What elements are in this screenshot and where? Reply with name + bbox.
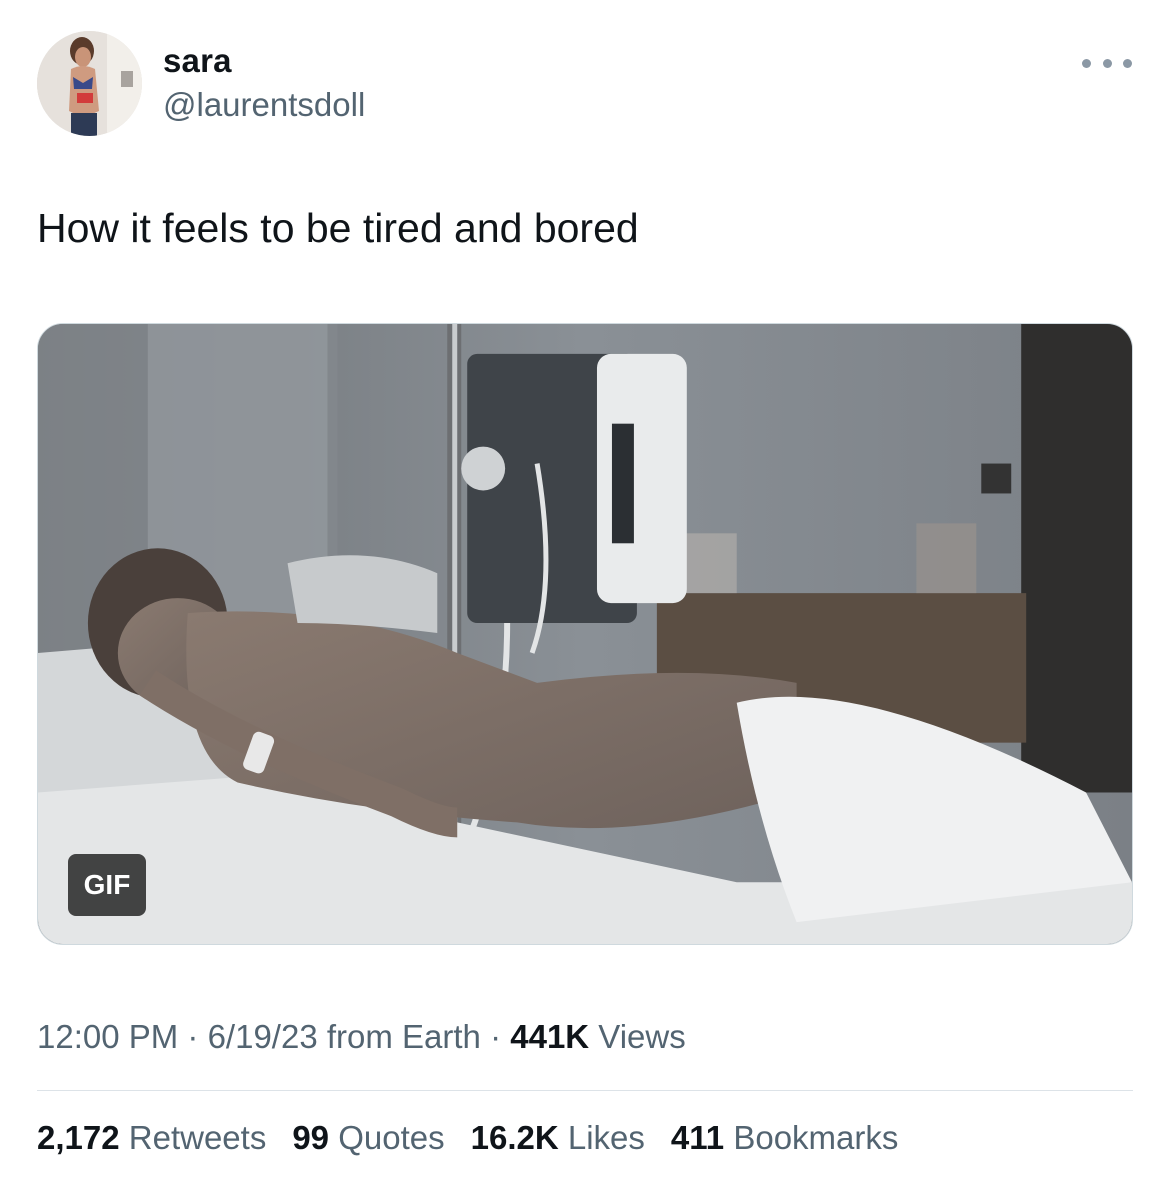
likes-stat[interactable]: 16.2K Likes	[471, 1119, 645, 1157]
meta-separator: ·	[480, 1018, 511, 1055]
more-icon[interactable]	[1082, 48, 1132, 78]
bookmarks-stat[interactable]: 411 Bookmarks	[671, 1119, 898, 1157]
views-count[interactable]: 441K	[510, 1018, 589, 1055]
engagement-stats: 2,172 Retweets 99 Quotes 16.2K Likes 411…	[37, 1119, 898, 1157]
tweet-time[interactable]: 12:00 PM	[37, 1018, 178, 1055]
gif-media[interactable]: GIF	[37, 323, 1133, 945]
more-dot	[1082, 58, 1091, 68]
display-name[interactable]: sara	[163, 42, 232, 80]
retweets-label: Retweets	[119, 1119, 267, 1156]
more-dot	[1102, 58, 1112, 68]
divider	[37, 1090, 1133, 1091]
retweets-count: 2,172	[37, 1119, 120, 1156]
quotes-stat[interactable]: 99 Quotes	[292, 1119, 444, 1157]
bookmarks-label: Bookmarks	[724, 1119, 899, 1156]
bookmarks-count: 411	[670, 1119, 725, 1156]
profile-photo	[37, 31, 142, 136]
tweet-text: How it feels to be tired and bored	[37, 205, 639, 251]
gif-frame-image	[38, 324, 1132, 944]
tweet-source: from Earth	[317, 1018, 481, 1055]
more-dot	[1123, 58, 1132, 68]
gif-badge: GIF	[68, 854, 146, 916]
likes-count: 16.2K	[470, 1119, 559, 1156]
avatar[interactable]	[37, 31, 142, 136]
views-label[interactable]: Views	[589, 1018, 685, 1055]
user-handle[interactable]: @laurentsdoll	[163, 86, 365, 124]
quotes-label: Quotes	[329, 1119, 445, 1156]
tweet-date[interactable]: 6/19/23	[208, 1018, 318, 1055]
tweet-meta: 12:00 PM · 6/19/23 from Earth · 441K Vie…	[37, 1018, 686, 1056]
likes-label: Likes	[558, 1119, 645, 1156]
quotes-count: 99	[292, 1119, 330, 1156]
meta-separator: ·	[178, 1018, 208, 1055]
retweets-stat[interactable]: 2,172 Retweets	[37, 1119, 266, 1157]
